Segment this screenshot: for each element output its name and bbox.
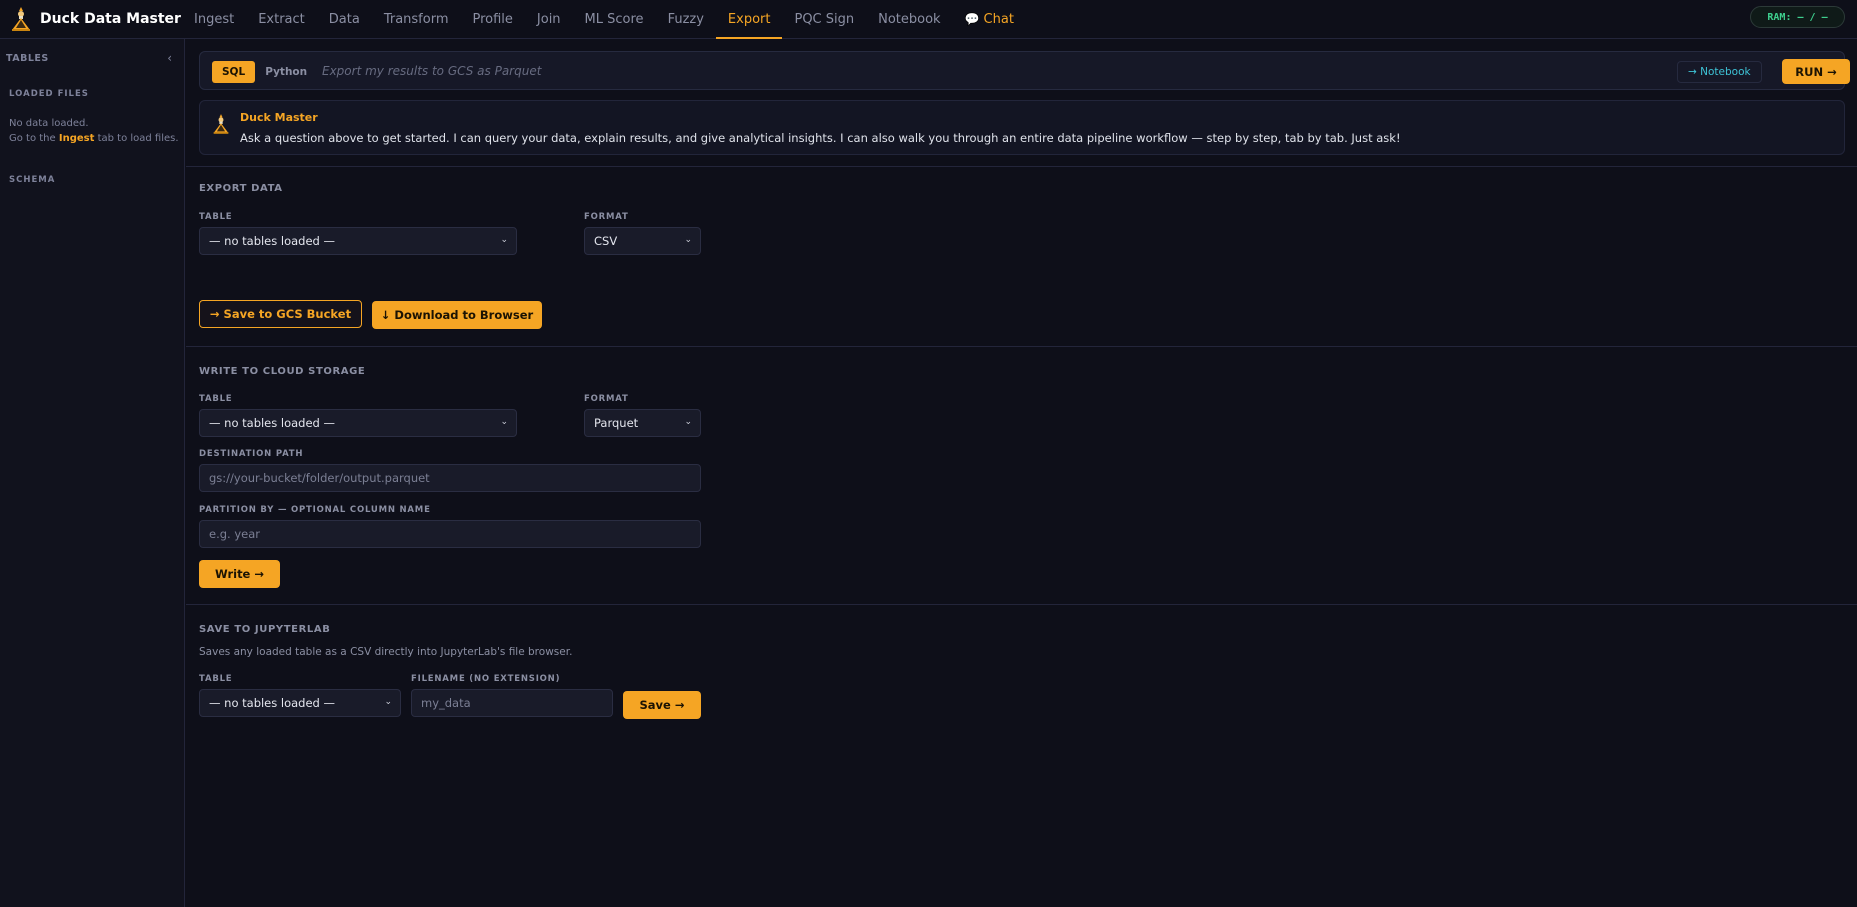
partition-label: PARTITION BY — OPTIONAL COLUMN NAME [199,505,431,515]
filename-input[interactable] [411,689,613,717]
select-value: — no tables loaded — [209,234,336,248]
ingest-hint: Go to the Ingest tab to load files. [9,133,179,144]
export-table-select[interactable]: — no tables loaded — ⌄ [199,227,517,255]
sidebar-title: TABLES [6,52,49,64]
tab-transform[interactable]: Transform [372,0,461,38]
app-title: Duck Data Master [40,11,181,27]
export-format-label: FORMAT [584,212,629,222]
assistant-text: Ask a question above to get started. I c… [240,131,1401,145]
hint-suffix: tab to load files. [97,133,179,144]
save-button[interactable]: Save → [623,691,701,719]
tab-label: Data [328,11,360,27]
no-data-text: No data loaded. [9,118,89,129]
export-data-title: EXPORT DATA [199,183,283,194]
divider [186,166,1857,167]
export-table-label: TABLE [199,212,233,222]
main-nav: Ingest Extract Data Transform Profile Jo… [182,0,1026,39]
cloud-table-select[interactable]: — no tables loaded — ⌄ [199,409,517,437]
top-bar: Duck Data Master Ingest Extract Data Tra… [0,0,1857,39]
query-bar: SQL Python → Notebook RUN → [199,51,1850,90]
cloud-table-label: TABLE [199,394,233,404]
jupyter-table-select[interactable]: — no tables loaded — ⌄ [199,689,401,717]
tab-profile[interactable]: Profile [460,0,524,38]
select-value: — no tables loaded — [209,696,336,710]
cloud-format-label: FORMAT [584,394,629,404]
main-content: SQL Python → Notebook RUN → Duck Master … [186,39,1857,907]
chevron-down-icon: ⌄ [500,235,508,245]
tab-fuzzy[interactable]: Fuzzy [656,0,716,38]
write-button[interactable]: Write → [199,560,280,588]
divider [186,604,1857,605]
jupyter-table-label: TABLE [199,674,233,684]
assistant-message: Duck Master Ask a question above to get … [199,100,1845,155]
cloud-storage-title: WRITE TO CLOUD STORAGE [199,366,366,377]
tab-chat[interactable]: 💬 Chat [953,0,1026,38]
tab-label: Extract [258,11,305,27]
run-button[interactable]: RUN → [1782,59,1850,84]
tab-label: Transform [383,11,449,27]
tab-label: Ingest [194,11,235,27]
select-value: CSV [594,234,618,248]
save-to-gcs-button[interactable]: → Save to GCS Bucket [199,300,362,328]
sidebar-header: TABLES ‹ [6,51,172,65]
schema-label: SCHEMA [9,175,56,185]
tab-label: Profile [472,11,513,27]
tab-label: Chat [983,11,1014,27]
chevron-left-icon[interactable]: ‹ [167,51,172,65]
tab-label: PQC Sign [794,11,855,27]
tab-pqc-sign[interactable]: PQC Sign [782,0,866,38]
tab-join[interactable]: Join [525,0,573,38]
ingest-link[interactable]: Ingest [59,133,95,144]
chevron-down-icon: ⌄ [384,697,392,707]
destination-path-input[interactable] [199,464,701,492]
tab-label: Join [536,11,561,27]
tab-export[interactable]: Export [715,0,783,39]
speech-bubble-icon: 💬 [964,12,980,26]
destination-path-label: DESTINATION PATH [199,449,304,459]
language-toggle: SQL Python [212,61,317,83]
tab-label: ML Score [584,11,644,27]
select-value: — no tables loaded — [209,416,336,430]
cloud-format-select[interactable]: Parquet ⌄ [584,409,701,437]
tab-label: Export [727,11,771,27]
loaded-files-label: LOADED FILES [9,89,89,99]
jupyter-description: Saves any loaded table as a CSV directly… [199,646,573,658]
tab-label: Fuzzy [667,11,704,27]
jupyter-title: SAVE TO JUPYTERLAB [199,624,331,635]
sql-toggle[interactable]: SQL [212,61,256,83]
select-value: Parquet [594,416,639,430]
tab-notebook[interactable]: Notebook [866,0,952,38]
chevron-down-icon: ⌄ [684,417,692,427]
assistant-name: Duck Master [240,111,318,124]
sidebar: TABLES ‹ LOADED FILES No data loaded. Go… [0,39,185,907]
divider [186,346,1857,347]
notebook-button[interactable]: → Notebook [1677,61,1762,83]
chevron-down-icon: ⌄ [684,235,692,245]
tab-label: Notebook [878,11,941,27]
download-to-browser-button[interactable]: ↓ Download to Browser [372,301,542,329]
brand[interactable]: Duck Data Master [10,4,181,34]
chevron-down-icon: ⌄ [500,417,508,427]
partition-input[interactable] [199,520,701,548]
python-toggle[interactable]: Python [255,61,317,83]
tab-ingest[interactable]: Ingest [182,0,246,38]
tab-ml-score[interactable]: ML Score [573,0,656,38]
ram-indicator: RAM: – / – [1750,6,1845,28]
tab-data[interactable]: Data [317,0,372,38]
query-input[interactable] [322,60,1302,82]
tab-extract[interactable]: Extract [246,0,317,38]
duck-master-avatar-icon [213,114,229,134]
duck-master-logo-icon [12,7,30,31]
filename-label: FILENAME (NO EXTENSION) [411,674,561,684]
export-format-select[interactable]: CSV ⌄ [584,227,701,255]
hint-prefix: Go to the [9,133,56,144]
